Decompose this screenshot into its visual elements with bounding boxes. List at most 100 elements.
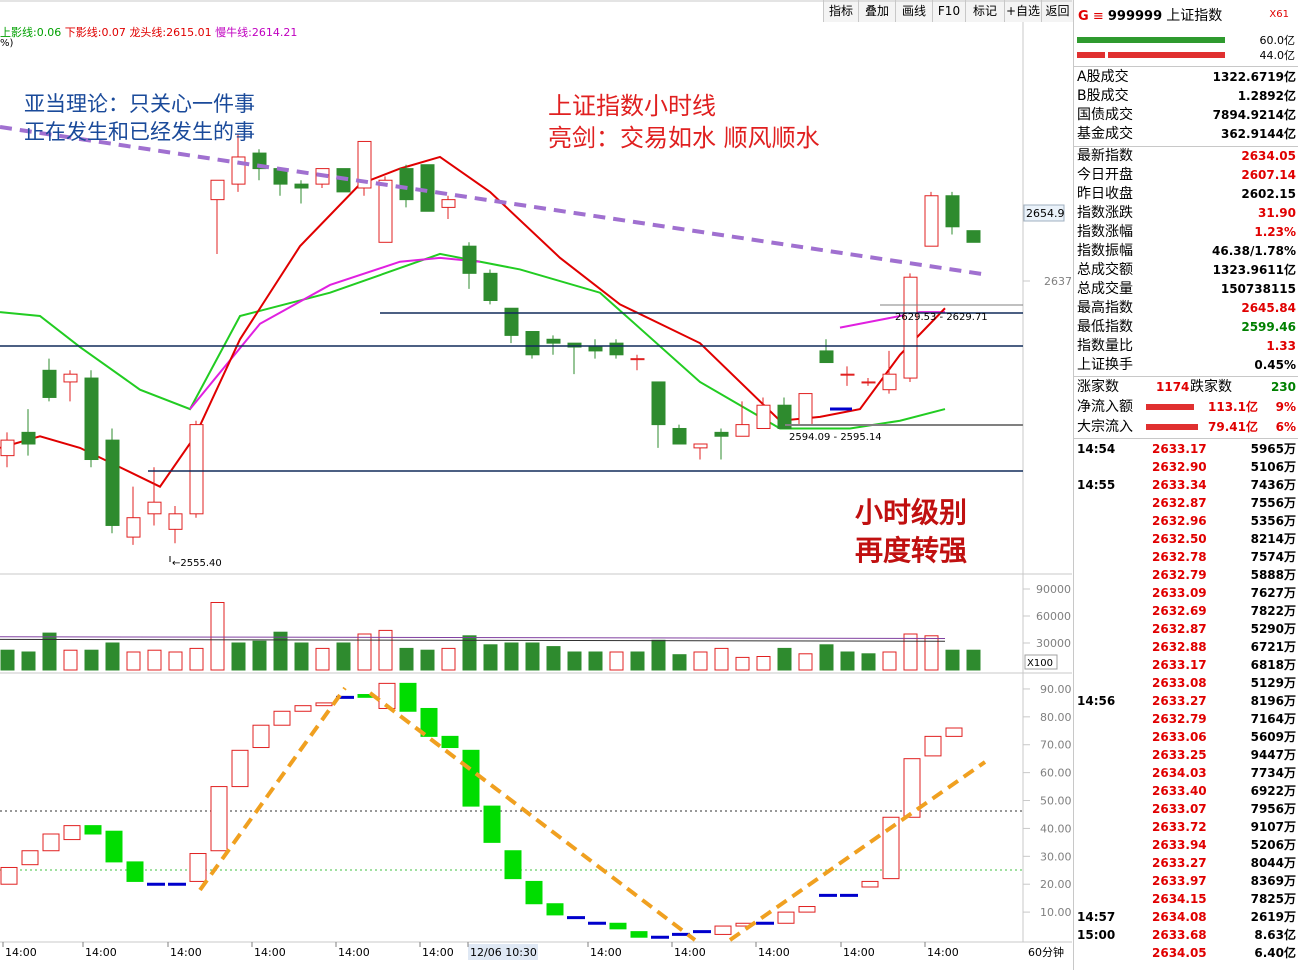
tick-volume: 5356万: [1250, 514, 1296, 528]
tick-price: 2633.06: [1152, 730, 1207, 744]
osc-bar-up: [189, 853, 207, 882]
netflow-value: 113.1亿: [1208, 400, 1258, 414]
tick-row: 2633.40 6922万: [1074, 782, 1298, 800]
tick-row: 2632.90 5106万: [1074, 458, 1298, 476]
quote-row: 昨日收盘 2602.15: [1074, 185, 1298, 204]
quote-row: 最高指数 2645.84: [1074, 299, 1298, 318]
title-text: 上证指数小时线 亮剑：交易如水 顺风顺水: [548, 90, 820, 154]
osc-axis-label: 90.00: [1040, 683, 1072, 696]
osc-bar-down: [483, 805, 501, 843]
chart-area[interactable]: 指标 叠加 画线 F10 标记 +自选 返回 上影线:0.06 下影线:0.07…: [0, 0, 1073, 970]
tick-volume: 5965万: [1250, 442, 1296, 456]
turnover-row: B股成交 1.2892亿: [1074, 87, 1298, 106]
osc-axis-label: 30.00: [1040, 850, 1072, 863]
osc-bar-down: [609, 922, 627, 930]
tick-volume: 5609万: [1250, 730, 1296, 744]
quote-row: 最新指数 2634.05: [1074, 147, 1298, 166]
tick-price: 2634.08: [1152, 910, 1207, 924]
volume-bar: [567, 651, 582, 671]
tick-row: 2633.27 8044万: [1074, 854, 1298, 872]
volume-bar: [966, 649, 981, 671]
volume-bar: [0, 649, 15, 671]
turnover-row: 基金成交 362.9144亿: [1074, 125, 1298, 144]
tick-time: 15:00: [1077, 928, 1116, 942]
quote-value: 2607.14: [1241, 168, 1296, 182]
tick-price: 2633.34: [1152, 478, 1207, 492]
candle-body: [756, 404, 771, 429]
bar-bottom-b: [1108, 52, 1225, 58]
tick-row: 2633.94 5206万: [1074, 836, 1298, 854]
quote-value: 46.38/1.78%: [1212, 244, 1296, 258]
tick-price: 2633.68: [1152, 928, 1207, 942]
time-axis-label: 12/06 10:30: [470, 946, 537, 959]
osc-bar-up: [0, 866, 18, 885]
netflow-bar: [1146, 404, 1194, 410]
tick-row: 2633.17 6818万: [1074, 656, 1298, 674]
tick-volume: 7822万: [1250, 604, 1296, 618]
osc-axis-label: 40.00: [1040, 822, 1072, 835]
block-row: 大宗流入 79.41亿 6%: [1074, 418, 1298, 437]
volume-bar: [147, 649, 162, 671]
candle-body: [294, 183, 309, 189]
tick-price: 2633.17: [1152, 442, 1207, 456]
quote-row: 总成交额 1323.9611亿: [1074, 261, 1298, 280]
tick-volume: 9107万: [1250, 820, 1296, 834]
volume-bar: [735, 656, 750, 671]
volume-bar: [252, 640, 267, 671]
volume-bar: [315, 647, 330, 671]
block-value: 79.41亿: [1208, 420, 1258, 434]
tick-price: 2632.88: [1152, 640, 1207, 654]
osc-bar-up: [63, 825, 81, 841]
candle-body: [882, 373, 897, 391]
tick-volume: 5206万: [1250, 838, 1296, 852]
tick-row: 2632.50 8214万: [1074, 530, 1298, 548]
netflow-row: 净流入额 113.1亿 9%: [1074, 398, 1298, 417]
tick-volume: 7627万: [1250, 586, 1296, 600]
quote-label: 总成交量: [1077, 281, 1133, 297]
volume-bar: [357, 633, 372, 671]
volume-bar: [399, 647, 414, 671]
tick-volume: 7825万: [1250, 892, 1296, 906]
volume-bar: [609, 651, 624, 671]
candle-body: [483, 272, 498, 301]
tick-volume: 6.40亿: [1254, 946, 1296, 960]
tick-volume: 9447万: [1250, 748, 1296, 762]
quote-label: 指数涨幅: [1077, 224, 1133, 240]
quote-value: 2634.05: [1241, 149, 1296, 163]
tick-volume: 5129万: [1250, 676, 1296, 690]
osc-bar-up: [798, 906, 816, 913]
candle-body: [903, 276, 918, 379]
candle-body: [0, 439, 15, 457]
osc-bar-down: [462, 749, 480, 807]
quote-row: 最低指数 2599.46: [1074, 318, 1298, 337]
osc-trendline: [728, 760, 987, 942]
candle-body: [924, 195, 939, 247]
tick-price: 2634.15: [1152, 892, 1207, 906]
quote-value: 1323.9611亿: [1212, 263, 1296, 277]
title-line-2: 亮剑：交易如水 顺风顺水: [548, 124, 820, 152]
time-axis-label: 14:00: [422, 946, 454, 959]
tick-price: 2633.94: [1152, 838, 1207, 852]
candle-body: [651, 381, 666, 426]
turnover-label: 国债成交: [1077, 107, 1133, 123]
tick-price: 2632.87: [1152, 496, 1207, 510]
tick-row: 2634.05 6.40亿: [1074, 944, 1298, 962]
osc-bar-up: [42, 833, 60, 852]
quote-label: 总成交额: [1077, 262, 1133, 278]
quote-value: 2602.15: [1241, 187, 1296, 201]
candle-body: [462, 245, 477, 274]
osc-axis-label: 20.00: [1040, 878, 1072, 891]
adam-text: 亚当理论：只关心一件事 正在发生和已经发生的事: [24, 90, 255, 146]
candle-body: [210, 179, 225, 201]
quote-row: 今日开盘 2607.14: [1074, 166, 1298, 185]
tick-row: 2632.79 5888万: [1074, 566, 1298, 584]
quote-row: 总成交量 150738115: [1074, 280, 1298, 299]
tick-volume: 7556万: [1250, 496, 1296, 510]
x61-badge[interactable]: X61: [1269, 9, 1289, 20]
turnover-value: 362.9144亿: [1220, 127, 1296, 141]
volume-bar: [294, 642, 309, 671]
bar-top-value: 60.0亿: [1259, 34, 1296, 47]
candle-body: [945, 195, 960, 228]
osc-bar-up: [294, 705, 312, 712]
turnover-value: 7894.9214亿: [1212, 108, 1296, 122]
